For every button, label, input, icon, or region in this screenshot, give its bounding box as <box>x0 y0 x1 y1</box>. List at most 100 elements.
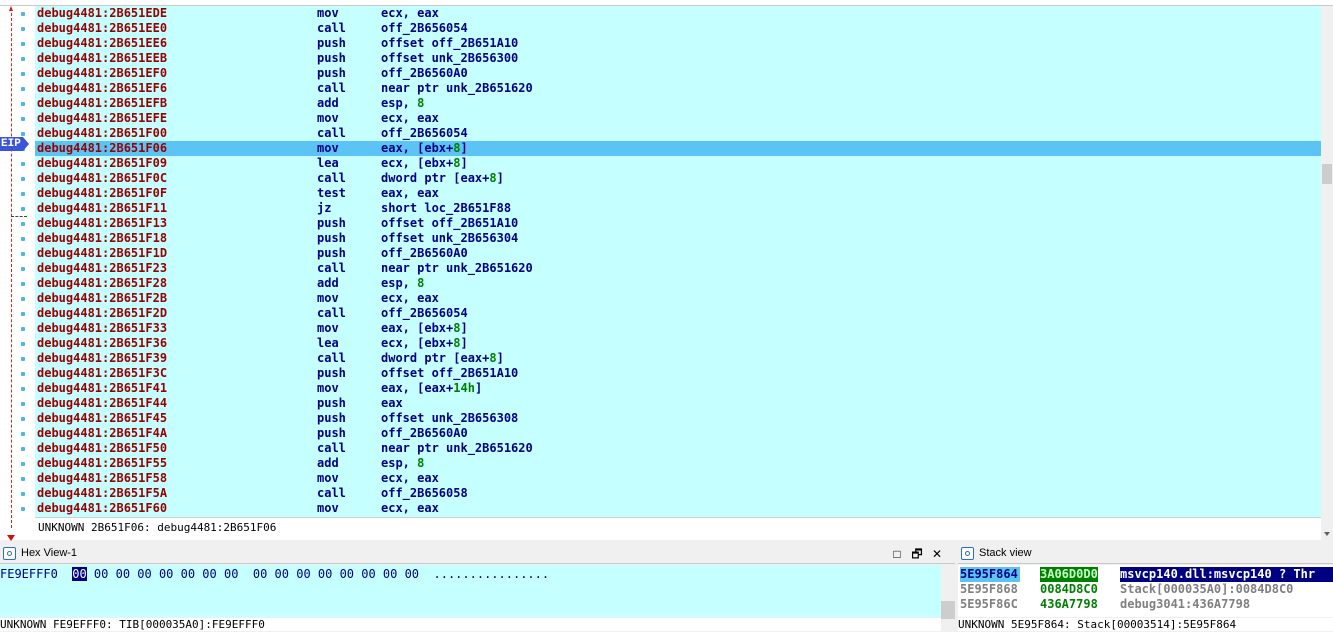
breakpoint-slot-icon[interactable] <box>21 327 25 331</box>
hex-view-float-button[interactable]: □ <box>887 547 907 561</box>
instruction-operands[interactable]: offset off_2B651A10 <box>381 36 518 51</box>
stack-row[interactable]: 5E95F868 0084D8C0 Stack[000035A0]:0084D8C0 <box>958 582 1333 597</box>
instruction-operands[interactable]: near ptr unk_2B651620 <box>381 261 533 276</box>
disassembly-line[interactable]: debug4481:2B651EFE mov ecx, eax <box>35 111 1321 126</box>
scroll-down-icon[interactable] <box>1324 532 1330 536</box>
instruction-operands[interactable]: offset off_2B651A10 <box>381 366 518 381</box>
stack-row[interactable]: 5E95F86C 436A7798 debug3041:436A7798 <box>958 597 1333 612</box>
breakpoint-slot-icon[interactable] <box>21 57 25 61</box>
instruction-address[interactable]: debug4481:2B651F0C <box>37 171 167 186</box>
breakpoint-slot-icon[interactable] <box>21 342 25 346</box>
instruction-address[interactable]: debug4481:2B651EF6 <box>37 81 167 96</box>
instruction-operands[interactable]: offset unk_2B656308 <box>381 411 518 426</box>
disassembly-line[interactable]: debug4481:2B651F58 mov ecx, eax <box>35 471 1321 486</box>
instruction-address[interactable]: debug4481:2B651F44 <box>37 396 167 411</box>
disassembly-line[interactable]: debug4481:2B651F2B mov ecx, eax <box>35 291 1321 306</box>
disassembly-scroll-thumb[interactable] <box>1322 164 1332 184</box>
instruction-operands[interactable]: near ptr unk_2B651620 <box>381 441 533 456</box>
disassembly-line[interactable]: debug4481:2B651F0C call dword ptr [eax+8] <box>35 171 1321 186</box>
hex-row[interactable]: FE9EFFF0 00 00 00 00 00 00 00 00 00 00 0… <box>0 567 549 581</box>
disassembly-line[interactable]: debug4481:2B651F33 mov eax, [ebx+8] <box>35 321 1321 336</box>
stack-comment[interactable]: msvcp140.dll:msvcp140 ? Thr <box>1120 567 1333 582</box>
disassembly-line[interactable]: debug4481:2B651F55 add esp, 8 <box>35 456 1321 471</box>
hex-row-ascii[interactable]: ................ <box>434 567 550 581</box>
disassembly-current-line[interactable]: debug4481:2B651F06 mov eax, [ebx+8] <box>35 141 1321 156</box>
instruction-address[interactable]: debug4481:2B651F50 <box>37 441 167 456</box>
disassembly-line[interactable]: debug4481:2B651EF0 push off_2B6560A0 <box>35 66 1321 81</box>
instruction-operands[interactable]: off_2B6560A0 <box>381 246 468 261</box>
disassembly-line[interactable]: debug4481:2B651F4A push off_2B6560A0 <box>35 426 1321 441</box>
breakpoint-slot-icon[interactable] <box>21 507 25 511</box>
disassembly-line[interactable]: debug4481:2B651F44 push eax <box>35 396 1321 411</box>
instruction-operands[interactable]: off_2B656054 <box>381 126 468 141</box>
hex-view-scrollbar[interactable] <box>941 565 955 631</box>
breakpoint-slot-icon[interactable] <box>21 87 25 91</box>
instruction-address[interactable]: debug4481:2B651EE0 <box>37 21 167 36</box>
disassembly-line[interactable]: debug4481:2B651F23 call near ptr unk_2B651… <box>35 261 1321 276</box>
disassembly-line[interactable]: debug4481:2B651EDE mov ecx, eax <box>35 6 1321 21</box>
instruction-address[interactable]: debug4481:2B651F13 <box>37 216 167 231</box>
instruction-address[interactable]: debug4481:2B651F06 <box>37 141 167 156</box>
breakpoint-slot-icon[interactable] <box>21 27 25 31</box>
instruction-address[interactable]: debug4481:2B651EF0 <box>37 66 167 81</box>
instruction-address[interactable]: debug4481:2B651F4A <box>37 426 167 441</box>
stack-address[interactable]: 5E95F86C <box>960 597 1018 612</box>
instruction-operands[interactable]: ecx, eax <box>381 291 439 306</box>
stack-address[interactable]: 5E95F868 <box>960 582 1018 597</box>
breakpoint-slot-icon[interactable] <box>21 402 25 406</box>
breakpoint-slot-icon[interactable] <box>21 207 25 211</box>
hex-row-bytes[interactable]: 00 00 00 00 00 00 00 00 00 00 00 00 00 0… <box>87 567 419 581</box>
instruction-operands[interactable]: eax <box>381 396 403 411</box>
disassembly-line[interactable]: debug4481:2B651F1D push off_2B6560A0 <box>35 246 1321 261</box>
breakpoint-slot-icon[interactable] <box>21 237 25 241</box>
disassembly-line[interactable]: debug4481:2B651EE6 push offset off_2B651A1… <box>35 36 1321 51</box>
instruction-address[interactable]: debug4481:2B651F58 <box>37 471 167 486</box>
breakpoint-slot-icon[interactable] <box>21 387 25 391</box>
instruction-address[interactable]: debug4481:2B651F3C <box>37 366 167 381</box>
hex-view-close-button[interactable]: ✕ <box>927 547 947 561</box>
instruction-operands[interactable]: off_2B656058 <box>381 486 468 501</box>
disassembly-line[interactable]: debug4481:2B651EFB add esp, 8 <box>35 96 1321 111</box>
hex-view-restore-button[interactable]: 🗗 <box>907 545 927 566</box>
instruction-address[interactable]: debug4481:2B651EEB <box>37 51 167 66</box>
instruction-operands[interactable]: off_2B656054 <box>381 306 468 321</box>
instruction-operands[interactable]: near ptr unk_2B651620 <box>381 81 533 96</box>
breakpoint-slot-icon[interactable] <box>21 117 25 121</box>
instruction-operands[interactable]: off_2B656054 <box>381 21 468 36</box>
breakpoint-slot-icon[interactable] <box>21 72 25 76</box>
instruction-operands[interactable]: ecx, eax <box>381 471 439 486</box>
disassembly-line[interactable]: debug4481:2B651F13 push offset off_2B651A1… <box>35 216 1321 231</box>
disassembly-listing[interactable]: debug4481:2B651EDE mov ecx, eax debug4481:2… <box>35 6 1321 517</box>
breakpoint-slot-icon[interactable] <box>21 177 25 181</box>
instruction-address[interactable]: debug4481:2B651EE6 <box>37 36 167 51</box>
instruction-operands[interactable]: esp, 8 <box>381 456 424 471</box>
disassembly-line[interactable]: debug4481:2B651F45 push offset unk_2B65630… <box>35 411 1321 426</box>
breakpoint-slot-icon[interactable] <box>21 432 25 436</box>
disassembly-line[interactable]: debug4481:2B651F28 add esp, 8 <box>35 276 1321 291</box>
instruction-address[interactable]: debug4481:2B651F33 <box>37 321 167 336</box>
instruction-address[interactable]: debug4481:2B651F39 <box>37 351 167 366</box>
disassembly-line[interactable]: debug4481:2B651EEB push offset unk_2B65630… <box>35 51 1321 66</box>
hex-cursor-byte[interactable]: 00 <box>72 567 87 581</box>
instruction-operands[interactable]: eax, eax <box>381 186 439 201</box>
disassembly-line[interactable]: debug4481:2B651F41 mov eax, [eax+14h] <box>35 381 1321 396</box>
hex-view-titlebar[interactable]: Hex View-1 □ 🗗 ✕ <box>0 543 955 564</box>
instruction-address[interactable]: debug4481:2B651F41 <box>37 381 167 396</box>
instruction-operands[interactable]: ecx, [ebx+8] <box>381 336 468 351</box>
instruction-address[interactable]: debug4481:2B651F18 <box>37 231 167 246</box>
instruction-address[interactable]: debug4481:2B651F36 <box>37 336 167 351</box>
instruction-operands[interactable]: eax, [eax+14h] <box>381 381 482 396</box>
instruction-operands[interactable]: offset unk_2B656300 <box>381 51 518 66</box>
instruction-address[interactable]: debug4481:2B651F45 <box>37 411 167 426</box>
instruction-address[interactable]: debug4481:2B651F00 <box>37 126 167 141</box>
disassembly-line[interactable]: debug4481:2B651F00 call off_2B656054 <box>35 126 1321 141</box>
hex-dump-area[interactable]: FE9EFFF0 00 00 00 00 00 00 00 00 00 00 0… <box>0 565 941 617</box>
breakpoint-slot-icon[interactable] <box>21 252 25 256</box>
instruction-address[interactable]: debug4481:2B651F55 <box>37 456 167 471</box>
breakpoint-slot-icon[interactable] <box>21 417 25 421</box>
instruction-operands[interactable]: off_2B6560A0 <box>381 66 468 81</box>
instruction-operands[interactable]: esp, 8 <box>381 96 424 111</box>
breakpoint-slot-icon[interactable] <box>21 12 25 16</box>
disassembly-line[interactable]: debug4481:2B651F09 lea ecx, [ebx+8] <box>35 156 1321 171</box>
stack-row[interactable]: 5E95F864 3A06D0D0 msvcp140.dll:msvcp140 ? … <box>958 567 1333 582</box>
